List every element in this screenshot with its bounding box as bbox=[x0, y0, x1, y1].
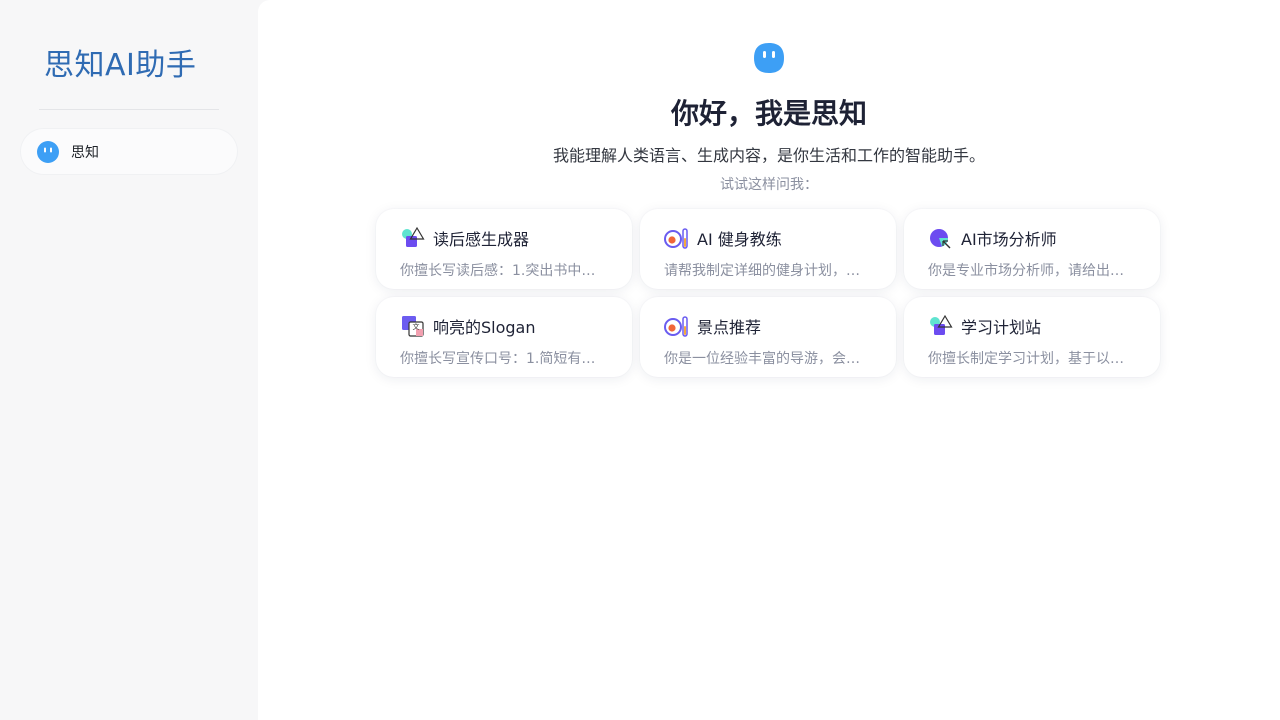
card-title: 学习计划站 bbox=[961, 318, 1042, 337]
suggestion-card[interactable]: 读后感生成器 你擅长写读后感：1.突出书中… bbox=[376, 209, 632, 289]
app: 思知AI助手 思知 你好，我是思知 我能理解人类语言、生成内容，是你生活和工作的… bbox=[0, 0, 1280, 720]
plate-icon bbox=[664, 315, 688, 337]
greeting-subtitle: 我能理解人类语言、生成内容，是你生活和工作的智能助手。 bbox=[552, 146, 985, 165]
sidebar-item-label: 思知 bbox=[71, 144, 99, 161]
suggestion-card[interactable]: 学习计划站 你擅长制定学习计划，基于以… bbox=[904, 297, 1160, 377]
translate-icon: 文 bbox=[402, 315, 424, 337]
suggestion-hint: 试试这样问我： bbox=[720, 177, 818, 193]
card-title: 读后感生成器 bbox=[433, 230, 530, 249]
card-title: AI市场分析师 bbox=[961, 230, 1057, 249]
brand-title: 思知AI助手 bbox=[44, 48, 197, 83]
suggestion-card[interactable]: AI 健身教练 请帮我制定详细的健身计划，… bbox=[640, 209, 896, 289]
sidebar-divider bbox=[39, 109, 219, 110]
sidebar: 思知AI助手 思知 bbox=[0, 0, 258, 720]
shapes-icon bbox=[402, 226, 425, 247]
main-panel: 你好，我是思知 我能理解人类语言、生成内容，是你生活和工作的智能助手。 试试这样… bbox=[258, 0, 1280, 720]
greeting-title: 你好，我是思知 bbox=[670, 97, 867, 130]
robot-avatar-icon bbox=[754, 43, 784, 73]
suggestion-card[interactable]: 文 响亮的Slogan 你擅长写宣传口号：1.简短有… bbox=[376, 297, 632, 377]
plate-icon bbox=[664, 227, 688, 249]
card-description: 请帮我制定详细的健身计划，… bbox=[664, 263, 860, 279]
card-description: 你是专业市场分析师，请给出… bbox=[928, 263, 1124, 279]
sidebar-item-sizhi[interactable]: 思知 bbox=[20, 128, 238, 175]
shapes-icon bbox=[930, 314, 953, 335]
robot-avatar-icon bbox=[37, 140, 59, 163]
card-description: 你擅长写宣传口号：1.简短有… bbox=[400, 351, 596, 367]
card-description: 你擅长制定学习计划，基于以… bbox=[928, 351, 1124, 367]
card-title: 响亮的Slogan bbox=[433, 318, 536, 337]
suggestion-grid: 读后感生成器 你擅长写读后感：1.突出书中… AI 健身教练 请帮我制定详细的健… bbox=[376, 209, 1160, 377]
card-description: 你是一位经验丰富的导游，会… bbox=[664, 351, 860, 367]
card-description: 你擅长写读后感：1.突出书中… bbox=[400, 263, 596, 279]
suggestion-card[interactable]: 景点推荐 你是一位经验丰富的导游，会… bbox=[640, 297, 896, 377]
card-title: 景点推荐 bbox=[697, 318, 762, 337]
suggestion-card[interactable]: AI市场分析师 你是专业市场分析师，请给出… bbox=[904, 209, 1160, 289]
svg-text:文: 文 bbox=[413, 322, 420, 331]
card-title: AI 健身教练 bbox=[697, 230, 782, 249]
pie-chart-icon bbox=[930, 228, 951, 248]
